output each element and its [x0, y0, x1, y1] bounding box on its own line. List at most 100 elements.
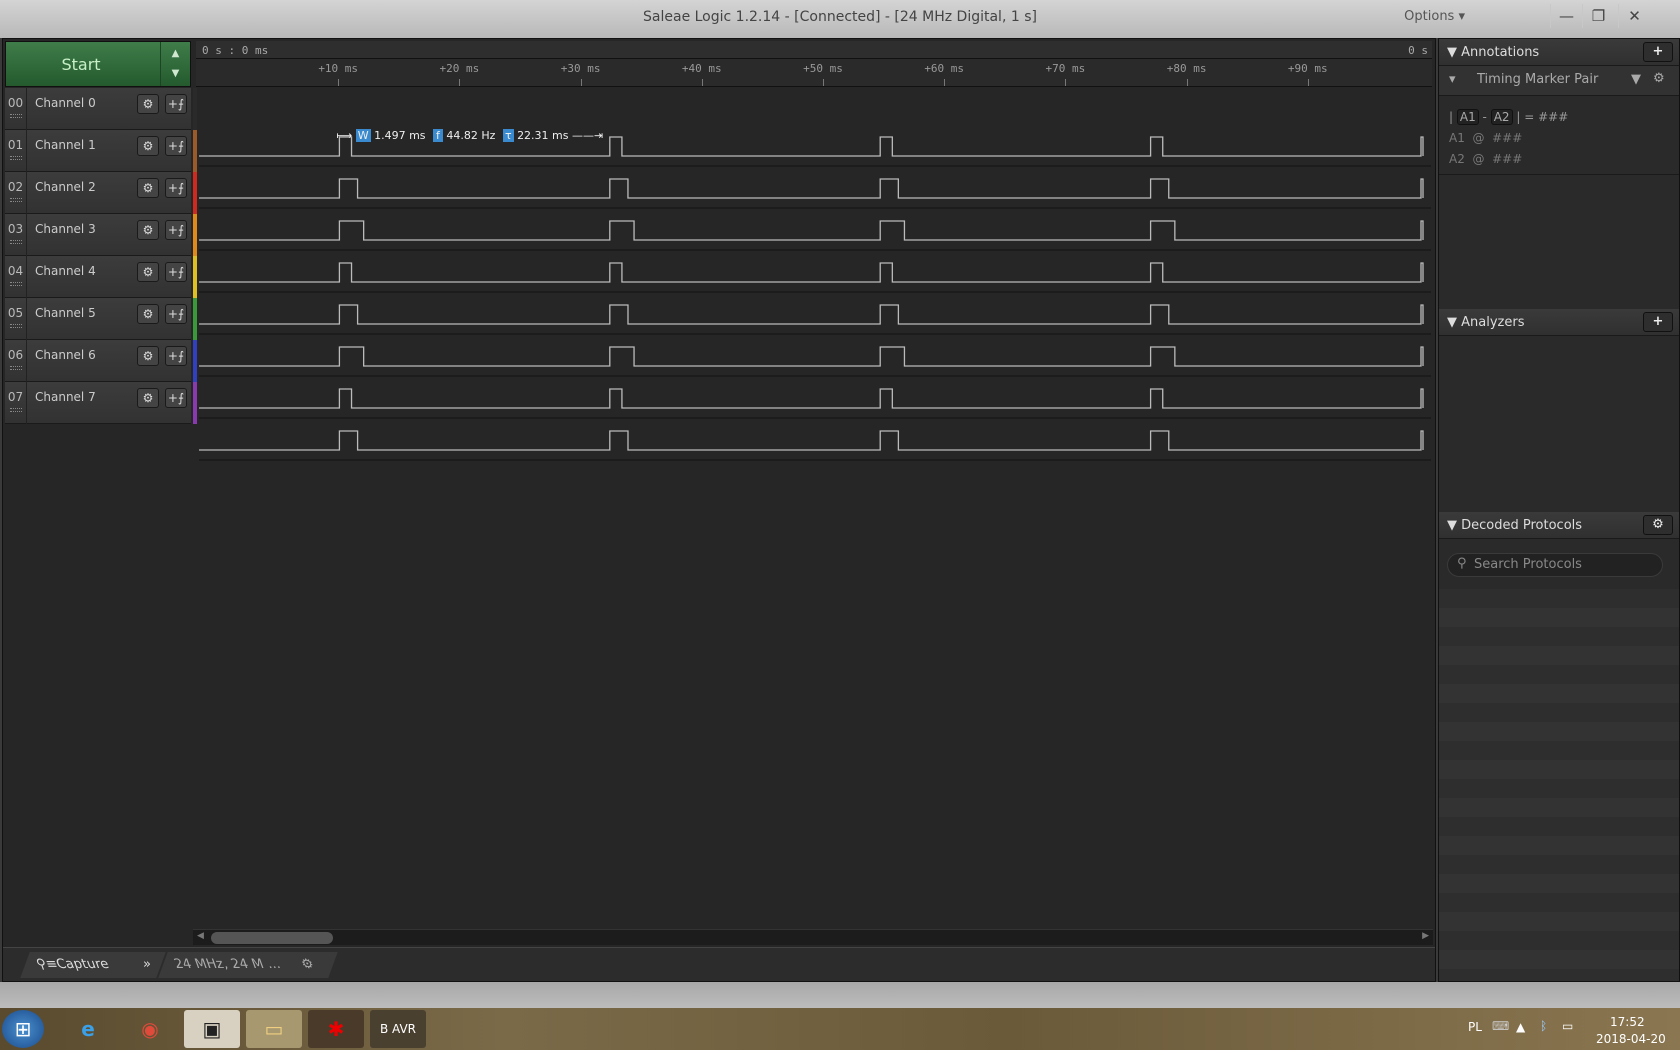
- minimize-button[interactable]: —: [1550, 4, 1582, 28]
- drag-handle-icon[interactable]: [10, 198, 22, 202]
- drag-handle-icon[interactable]: [10, 240, 22, 244]
- channel-name[interactable]: Channel 7: [35, 390, 96, 404]
- marker-icon: ▾: [1449, 72, 1456, 87]
- analyzers-header[interactable]: ▼ Analyzers +: [1439, 309, 1679, 336]
- app-red-icon[interactable]: ✱: [308, 1010, 364, 1048]
- clock-time[interactable]: 17:52: [1610, 1015, 1645, 1029]
- a2-badge[interactable]: A2: [1490, 109, 1513, 125]
- trigger-edge-icon[interactable]: +⨍: [165, 136, 187, 156]
- keyboard-icon[interactable]: ⌨: [1492, 1019, 1509, 1033]
- trigger-edge-icon[interactable]: +⨍: [165, 262, 187, 282]
- saleae-logic-icon[interactable]: ▣: [184, 1010, 240, 1048]
- trigger-edge-icon[interactable]: +⨍: [165, 220, 187, 240]
- channel-name[interactable]: Channel 3: [35, 222, 96, 236]
- origin-label: 0 s : 0 ms: [202, 44, 269, 57]
- channel-settings-gear-icon[interactable]: ⚙: [137, 346, 159, 366]
- add-annotation-button[interactable]: +: [1643, 42, 1673, 62]
- channel-name[interactable]: Channel 6: [35, 348, 96, 362]
- channel-row[interactable]: 04 Channel 4 ⚙ +⨍: [5, 256, 191, 298]
- channel-waveform[interactable]: [199, 304, 1424, 325]
- restore-button[interactable]: ❐: [1582, 4, 1614, 28]
- channel-name[interactable]: Channel 4: [35, 264, 96, 278]
- bascom-avr-icon[interactable]: B AVR: [370, 1010, 426, 1048]
- collapse-icon[interactable]: ▼: [1447, 315, 1461, 330]
- clock-date[interactable]: 2018-04-20: [1596, 1032, 1666, 1046]
- arrow-up-icon[interactable]: ▲: [161, 44, 190, 64]
- ruler-tick-label: +30 ms: [560, 62, 601, 75]
- decoded-protocols-header[interactable]: ▼ Decoded Protocols ⚙: [1439, 512, 1679, 539]
- trigger-edge-icon[interactable]: +⨍: [165, 178, 187, 198]
- ie-icon[interactable]: e: [60, 1010, 116, 1048]
- channel-waveform[interactable]: [199, 220, 1424, 241]
- dropdown-icon[interactable]: ▼: [1631, 72, 1641, 87]
- channel-name[interactable]: Channel 0: [35, 96, 96, 110]
- measurement-overlay: ⟼ W 1.497 ms f 44.82 Hz τ 22.31 ms ——⇥: [336, 129, 603, 142]
- channel-waveform[interactable]: [199, 388, 1424, 409]
- trigger-edge-icon[interactable]: +⨍: [165, 304, 187, 324]
- channel-waveform[interactable]: [199, 262, 1424, 283]
- drag-handle-icon[interactable]: [10, 156, 22, 160]
- drag-handle-icon[interactable]: [10, 366, 22, 370]
- channel-settings-gear-icon[interactable]: ⚙: [137, 304, 159, 324]
- decoded-settings-button[interactable]: ⚙: [1643, 515, 1673, 535]
- channel-settings-gear-icon[interactable]: ⚙: [137, 388, 159, 408]
- channel-settings-gear-icon[interactable]: ⚙: [137, 136, 159, 156]
- channel-waveform[interactable]: [199, 430, 1424, 451]
- search-protocols-input[interactable]: ⚲ Search Protocols: [1447, 553, 1663, 577]
- show-hidden-icons[interactable]: ▲: [1516, 1020, 1525, 1034]
- windows-start-icon[interactable]: ⊞: [2, 1010, 44, 1048]
- language-indicator[interactable]: PL: [1468, 1020, 1482, 1034]
- drag-handle-icon[interactable]: [10, 324, 22, 328]
- options-menu[interactable]: Options ▾: [1404, 9, 1465, 24]
- scroll-thumb[interactable]: [211, 932, 333, 944]
- channel-row[interactable]: 03 Channel 3 ⚙ +⨍: [5, 214, 191, 256]
- channel-name[interactable]: Channel 1: [35, 138, 96, 152]
- scroll-right-icon[interactable]: ▶: [1422, 931, 1429, 941]
- waveform-area[interactable]: [199, 125, 1431, 465]
- device-settings-tab[interactable]: 24 MHz, 24 M ... ⚙: [158, 952, 338, 978]
- bluetooth-icon[interactable]: ᛒ: [1540, 1019, 1547, 1033]
- channel-name[interactable]: Channel 2: [35, 180, 96, 194]
- pulse-width: 1.497 ms: [374, 129, 426, 142]
- channel-waveform[interactable]: [199, 346, 1424, 367]
- close-button[interactable]: ✕: [1618, 4, 1650, 28]
- channel-settings-gear-icon[interactable]: ⚙: [137, 94, 159, 114]
- add-analyzer-button[interactable]: +: [1643, 312, 1673, 332]
- chrome-icon[interactable]: ◉: [122, 1010, 178, 1048]
- channel-row[interactable]: 00 Channel 0 ⚙ +⨍: [5, 88, 191, 130]
- start-options[interactable]: ▲ ▼: [160, 42, 190, 86]
- channel-settings-gear-icon[interactable]: ⚙: [137, 262, 159, 282]
- time-ruler[interactable]: +10 ms +20 ms +30 ms +40 ms +50 ms +60 ms +70 …: [196, 59, 1432, 87]
- collapse-icon[interactable]: ▼: [1447, 45, 1461, 60]
- gear-icon[interactable]: ⚙: [298, 952, 319, 978]
- drag-handle-icon[interactable]: [10, 408, 22, 412]
- drag-handle-icon[interactable]: [10, 114, 22, 118]
- period-arrow-icon: ——⇥: [572, 129, 604, 142]
- file-explorer-icon[interactable]: ▭: [246, 1010, 302, 1048]
- trigger-edge-icon[interactable]: +⨍: [165, 346, 187, 366]
- channel-waveform[interactable]: [199, 178, 1424, 199]
- channel-row[interactable]: 02 Channel 2 ⚙ +⨍: [5, 172, 191, 214]
- gear-icon[interactable]: ⚙: [1653, 71, 1665, 86]
- collapse-icon[interactable]: ▼: [1447, 518, 1461, 533]
- a1-badge[interactable]: A1: [1456, 109, 1479, 125]
- channel-settings-gear-icon[interactable]: ⚙: [137, 220, 159, 240]
- channel-row[interactable]: 06 Channel 6 ⚙ +⨍: [5, 340, 191, 382]
- timing-marker-pair[interactable]: ▾ Timing Marker Pair ▼ ⚙: [1439, 66, 1679, 96]
- network-icon[interactable]: ▭: [1562, 1019, 1573, 1033]
- capture-tab[interactable]: ⚲≡ Capture: [20, 952, 140, 978]
- channel-name[interactable]: Channel 5: [35, 306, 96, 320]
- channel-settings-gear-icon[interactable]: ⚙: [137, 178, 159, 198]
- channel-number: 03: [5, 214, 27, 256]
- channel-row[interactable]: 07 Channel 7 ⚙ +⨍: [5, 382, 191, 424]
- channel-row[interactable]: 05 Channel 5 ⚙ +⨍: [5, 298, 191, 340]
- trigger-edge-icon[interactable]: +⨍: [165, 94, 187, 114]
- horizontal-scrollbar[interactable]: ◀ ▶: [193, 929, 1433, 945]
- channel-row[interactable]: 01 Channel 1 ⚙ +⨍: [5, 130, 191, 172]
- start-button[interactable]: Start ▲ ▼: [5, 41, 191, 87]
- scroll-left-icon[interactable]: ◀: [197, 931, 204, 941]
- arrow-down-icon[interactable]: ▼: [161, 64, 190, 84]
- trigger-edge-icon[interactable]: +⨍: [165, 388, 187, 408]
- annotations-header[interactable]: ▼ Annotations +: [1439, 39, 1679, 66]
- drag-handle-icon[interactable]: [10, 282, 22, 286]
